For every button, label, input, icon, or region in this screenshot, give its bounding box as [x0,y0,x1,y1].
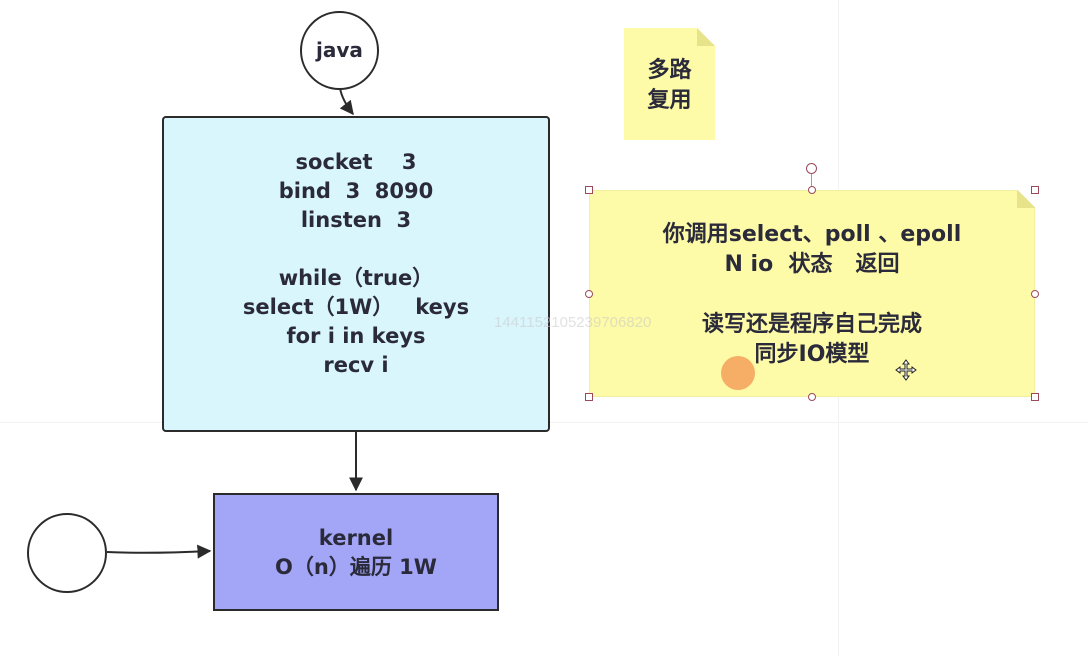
kernel-line: kernel [318,526,394,550]
main-line: while（true） [278,266,434,290]
main-line: recv i [323,353,389,377]
resize-handle-left[interactable] [585,290,593,298]
main-line: select（1W） keys [242,295,470,319]
kernel-line: O（n）遍历 1W [275,555,437,579]
rotate-handle[interactable] [806,163,817,174]
watermark-text: 1441152105239706820 [494,314,652,331]
main-process-box[interactable]: socket 3 bind 3 8090 linsten 3 while（tru… [162,116,550,432]
edge-circle-kernel [106,544,212,559]
main-line [164,235,548,264]
empty-circle-node[interactable] [27,513,107,593]
resize-handle-bottom[interactable] [808,393,816,401]
resize-handle-top[interactable] [808,186,816,194]
note-line: 你调用select、poll 、epoll [662,222,962,247]
note-multiplexing-text: 多路 复用 [624,56,715,116]
note-line: 复用 [647,88,692,113]
resize-handle-right[interactable] [1031,290,1039,298]
main-line: for i in keys [286,324,426,348]
rotate-handle-stem [811,172,812,186]
note-line: 读写还是程序自己完成 [701,312,922,337]
note-line: N io 状态 返回 [724,252,900,277]
note-line [589,280,1035,310]
main-line: socket 3 [295,150,417,174]
main-line: bind 3 8090 [278,179,434,203]
move-cursor-icon [895,359,917,381]
kernel-box[interactable]: kernel O（n）遍历 1W [213,493,499,611]
java-node[interactable]: java [300,11,379,90]
resize-handle-top-right[interactable] [1031,186,1039,194]
edge-java-main [339,87,354,116]
note-sync-io[interactable]: 你调用select、poll 、epoll N io 状态 返回 读写还是程序自… [589,190,1035,397]
kernel-text: kernel O（n）遍历 1W [215,524,497,582]
resize-handle-bottom-right[interactable] [1031,393,1039,401]
note-multiplexing[interactable]: 多路 复用 [624,28,715,140]
main-process-text: socket 3 bind 3 8090 linsten 3 while（tru… [164,148,548,380]
note-sync-io-text: 你调用select、poll 、epoll N io 状态 返回 读写还是程序自… [589,220,1035,370]
note-line: 同步IO模型 [754,342,870,367]
java-node-label: java [316,38,363,62]
resize-handle-top-left[interactable] [585,186,593,194]
cursor-click-dot [721,356,755,390]
note-line: 多路 [647,58,692,83]
main-line: linsten 3 [300,208,412,232]
resize-handle-bottom-left[interactable] [585,393,593,401]
